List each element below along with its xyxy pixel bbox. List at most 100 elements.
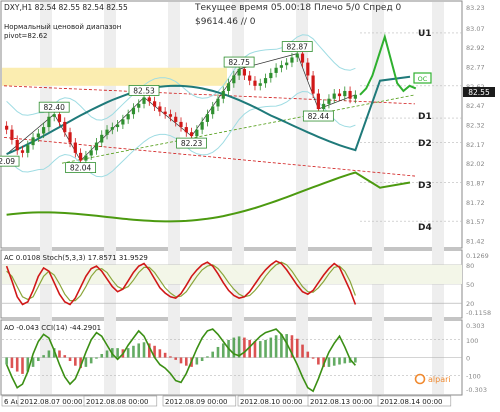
session-band: [432, 2, 444, 394]
stoch-panel-title: AC 0.0108 Stoch(5,3,3) 17.8571 31.9529: [4, 254, 148, 262]
level-label-u1: U1: [418, 29, 432, 39]
candle-body: [47, 116, 51, 128]
time-axis-label: 2012.08.08 00:00: [86, 398, 148, 406]
ao-histogram-bar: [126, 348, 130, 358]
candle-body: [285, 62, 289, 66]
candle-body: [158, 106, 162, 112]
ao-histogram-bar: [195, 357, 199, 365]
candle-body: [31, 137, 35, 146]
ao-histogram-bar: [42, 355, 45, 358]
ao-histogram-bar: [163, 352, 167, 358]
ao-histogram-bar: [269, 337, 273, 358]
candle-body: [353, 94, 357, 99]
price-panel-frame: [0, 0, 463, 249]
candle-body: [142, 97, 146, 104]
candle-body: [52, 114, 56, 117]
ao-histogram-bar: [216, 346, 220, 358]
cci-axis-tick: -0.303: [466, 386, 487, 394]
chart-window: 2.09 82.40 82.04 82.53 82.75 82.23 82.87 82.44 …: [0, 0, 500, 408]
candle-body: [57, 114, 62, 122]
ao-histogram-bar: [206, 356, 209, 358]
ao-histogram-bar: [211, 351, 215, 358]
candle-body: [221, 90, 225, 99]
ao-histogram-bar: [221, 343, 225, 358]
ao-histogram-bar: [84, 357, 88, 367]
candle-body: [42, 127, 46, 134]
candle-body: [79, 152, 83, 161]
cci-axis-tick: 0.303: [466, 322, 485, 330]
candle-body: [258, 83, 262, 86]
ao-histogram-bar: [105, 350, 109, 358]
balance-line: $9614.46 // 0: [195, 17, 256, 27]
ao-histogram-bar: [5, 357, 8, 365]
price-callout-label: 82.75: [228, 58, 250, 67]
ao-histogram-bar: [306, 351, 310, 358]
candle-body: [327, 98, 331, 104]
cci-axis-tick: -100: [466, 372, 481, 380]
ao-histogram-bar: [327, 357, 331, 367]
candle-body: [20, 150, 25, 153]
candle-body: [306, 62, 310, 76]
svg-text:alpari: alpari: [428, 375, 451, 384]
price-callout-label: 82.87: [286, 43, 308, 52]
range-label: Нормальный ценовой диапазон: [4, 23, 121, 31]
ao-histogram-bar: [68, 357, 72, 362]
candle-body: [263, 78, 268, 84]
ao-histogram-bar: [132, 345, 135, 358]
ao-histogram-bar: [274, 335, 278, 358]
ao-histogram-bar: [95, 357, 98, 359]
candle-body: [105, 129, 109, 135]
ao-histogram-bar: [47, 350, 51, 358]
session-band: [168, 2, 180, 394]
ao-histogram-bar: [116, 348, 119, 358]
price-axis-tick: 81.57: [466, 218, 485, 226]
ao-histogram-bar: [301, 344, 304, 358]
candle-body: [15, 139, 19, 151]
candle-body: [300, 53, 305, 63]
ao-histogram-bar: [10, 357, 14, 369]
ao-histogram-bar: [317, 357, 320, 365]
stoch-axis-tick: 80: [466, 262, 474, 270]
candle-body: [316, 93, 320, 110]
price-axis-tick: 82.92: [466, 44, 485, 52]
candle-body: [216, 98, 220, 107]
ao-histogram-bar: [89, 357, 93, 364]
candle-body: [131, 107, 136, 115]
time-axis-label: 2012.08.10 00:00: [240, 398, 302, 406]
ao-histogram-bar: [74, 357, 77, 366]
candle-body: [200, 121, 204, 130]
candle-body: [63, 121, 67, 133]
level-label-d1: D1: [418, 112, 432, 122]
stoch-upper-zone: [2, 264, 462, 284]
candle-body: [179, 121, 183, 128]
normal-range-zone: [2, 67, 227, 86]
cci-axis-tick: 100: [466, 337, 478, 345]
level-label-d3: D3: [418, 181, 432, 191]
price-callout-label: 82.53: [133, 86, 155, 95]
candle-body: [290, 57, 294, 63]
ao-histogram-bar: [142, 342, 146, 358]
price-callout-label: 82.40: [43, 103, 65, 112]
candle-body: [68, 132, 72, 143]
candle-body: [295, 53, 299, 58]
price-callout-label: 82.44: [308, 112, 330, 121]
price-axis-tick: 81.87: [466, 180, 485, 188]
candle-body: [189, 132, 194, 137]
ao-histogram-bar: [332, 357, 336, 366]
ao-histogram-bar: [200, 357, 204, 362]
ao-histogram-bar: [63, 355, 67, 358]
candle-body: [337, 93, 342, 97]
candle-body: [115, 124, 120, 128]
candle-body: [110, 127, 114, 130]
ao-histogram-bar: [137, 343, 141, 358]
symbol-line: DXY,H1 82.54 82.55 82.54 82.55: [4, 3, 128, 12]
price-axis-tick: 83.07: [466, 25, 485, 33]
level-label-d2: D2: [418, 139, 432, 149]
ao-histogram-bar: [280, 334, 283, 358]
price-axis-tick: 82.02: [466, 160, 485, 168]
candle-body: [343, 90, 347, 97]
price-axis-tick: 82.77: [466, 63, 485, 71]
stoch-axis-tick: 50: [466, 281, 474, 289]
forecast-tag: ОС: [418, 75, 428, 83]
candle-body: [205, 114, 210, 122]
